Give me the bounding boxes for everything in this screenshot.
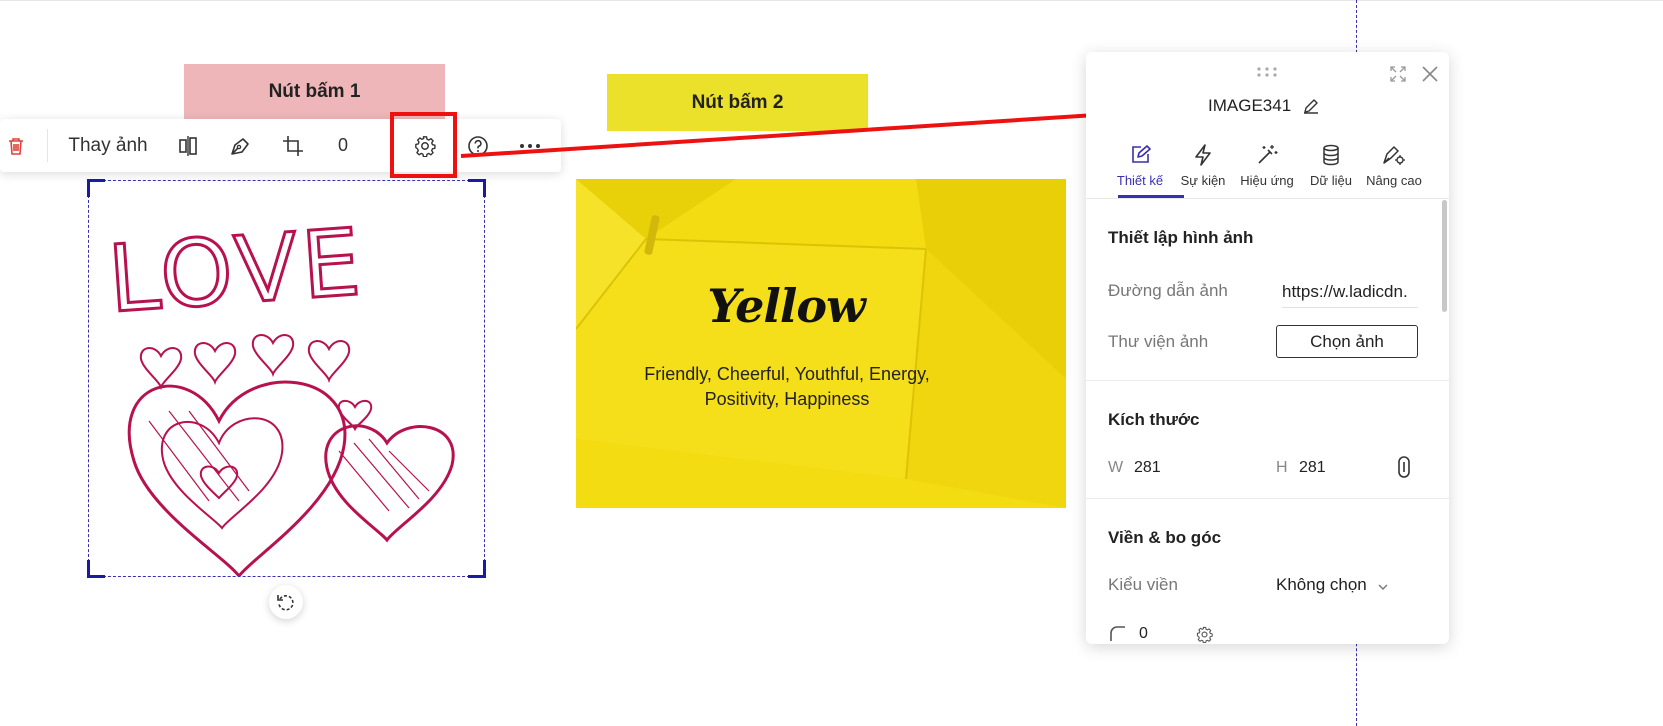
- yellow-subtitle: Friendly, Cheerful, Youthful, Energy, Po…: [616, 362, 958, 412]
- umbrella-background: [576, 179, 1066, 508]
- selection-frame[interactable]: LOVE: [87, 179, 486, 578]
- gear-icon[interactable]: [1194, 624, 1214, 644]
- border-title: Viền & bo góc: [1108, 528, 1222, 547]
- love-image: LOVE: [103, 207, 455, 576]
- tab-effects-label: Hiệu ứng: [1240, 173, 1294, 188]
- yellow-title: Yellow: [707, 279, 865, 333]
- tab-effects[interactable]: Hiệu ứng: [1235, 136, 1299, 198]
- corner-radius-input[interactable]: 0: [1139, 625, 1148, 643]
- advanced-icon: [1362, 136, 1426, 166]
- expand-icon[interactable]: [1388, 64, 1408, 84]
- lock-ratio-icon[interactable]: [1394, 454, 1414, 480]
- image-url-input[interactable]: https://w.ladicdn.: [1282, 276, 1418, 308]
- size-title: Kích thước: [1108, 410, 1200, 429]
- section-divider: [1086, 380, 1449, 381]
- resize-handle-bottom-left[interactable]: [87, 560, 105, 578]
- pencil-icon[interactable]: [1302, 96, 1320, 116]
- properties-panel: IMAGE341 Thiết kế Sự kiện Hiệu ứng Dữ li…: [1086, 52, 1449, 644]
- rotate-icon[interactable]: [269, 585, 303, 619]
- tab-advanced-label: Nâng cao: [1366, 173, 1422, 188]
- height-input[interactable]: 281: [1299, 459, 1326, 477]
- image-settings-title: Thiết lập hình ảnh: [1108, 228, 1254, 247]
- love-text: LOVE: [105, 209, 368, 334]
- chevron-down-icon[interactable]: [1378, 578, 1388, 596]
- image-library-label: Thư viện ảnh: [1108, 332, 1209, 351]
- yellow-subtitle-line-1: Friendly, Cheerful, Youthful, Energy,: [644, 364, 930, 384]
- resize-handle-top-right[interactable]: [468, 179, 486, 197]
- yellow-image[interactable]: Yellow Friendly, Cheerful, Youthful, Ene…: [576, 179, 1066, 508]
- tab-events-label: Sự kiện: [1180, 173, 1226, 188]
- element-name-text: IMAGE341: [1208, 96, 1292, 115]
- database-icon: [1299, 136, 1363, 166]
- element-name[interactable]: IMAGE341: [1208, 96, 1291, 116]
- tab-advanced[interactable]: Nâng cao: [1362, 136, 1426, 198]
- section-divider: [1086, 498, 1449, 499]
- magic-wand-icon: [1235, 136, 1299, 166]
- panel-scrollbar[interactable]: [1442, 200, 1447, 312]
- border-style-label: Kiểu viền: [1108, 575, 1178, 594]
- choose-image-label: Chọn ảnh: [1310, 331, 1384, 351]
- resize-handle-top-left[interactable]: [87, 179, 105, 197]
- height-label: H: [1276, 459, 1288, 476]
- panel-tabs: Thiết kế Sự kiện Hiệu ứng Dữ liệu Nâng c…: [1086, 136, 1449, 198]
- tab-design-label: Thiết kế: [1116, 173, 1164, 188]
- tabs-divider: [1086, 198, 1449, 199]
- width-input[interactable]: 281: [1134, 459, 1161, 477]
- tab-events[interactable]: Sự kiện: [1171, 136, 1235, 198]
- image-url-value: https://w.ladicdn.: [1282, 281, 1408, 301]
- image-url-label: Đường dẫn ảnh: [1108, 281, 1228, 300]
- corner-radius-icon: [1108, 624, 1126, 642]
- yellow-subtitle-line-2: Positivity, Happiness: [704, 389, 870, 409]
- tab-data[interactable]: Dữ liệu: [1299, 136, 1363, 198]
- close-icon[interactable]: [1420, 64, 1440, 84]
- width-label: W: [1108, 459, 1124, 476]
- tab-design[interactable]: Thiết kế: [1108, 136, 1172, 198]
- edit-icon: [1108, 136, 1172, 166]
- border-style-select[interactable]: Không chọn: [1276, 575, 1367, 595]
- drag-handle-icon[interactable]: [1256, 66, 1278, 78]
- choose-image-button[interactable]: Chọn ảnh: [1276, 325, 1418, 358]
- resize-handle-bottom-right[interactable]: [468, 560, 486, 578]
- tab-data-label: Dữ liệu: [1310, 173, 1352, 188]
- lightning-icon: [1171, 136, 1235, 166]
